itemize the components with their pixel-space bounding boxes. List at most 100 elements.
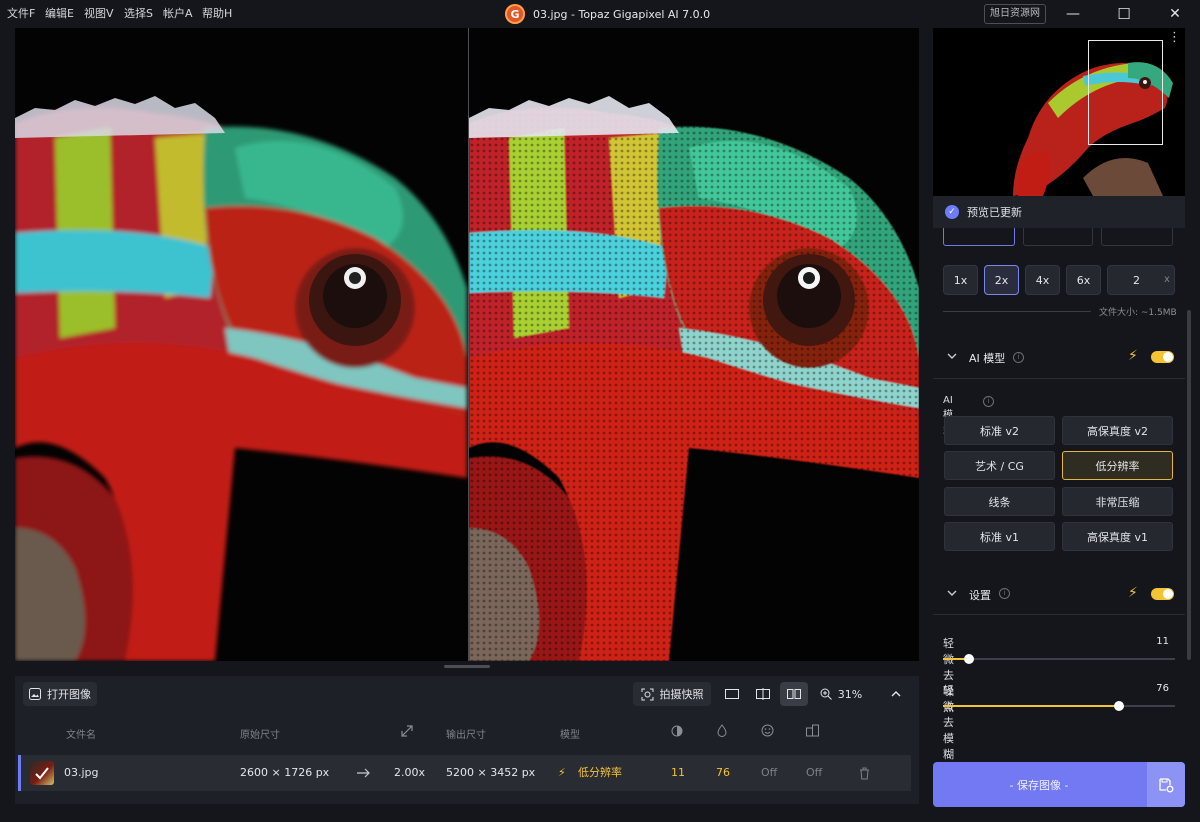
file-size-divider [943,311,1091,312]
compression-icon [806,724,819,737]
zoom-control[interactable]: 31% [815,682,867,706]
right-panel: ⋮ ✓ 预览已更新 1x 2x 4x 6x 2 x 文件大小: ~1.5MB A… [929,28,1189,822]
trash-icon[interactable] [859,767,870,780]
model-very-compressed[interactable]: 非常压缩 [1062,487,1173,516]
chevron-down-icon [947,590,957,596]
scale-6x-button[interactable]: 6x [1066,265,1101,295]
deblur-label: 轻微去模糊 [943,684,954,761]
navigator-viewport-frame[interactable] [1088,40,1163,145]
side-by-side-view-button[interactable] [780,682,808,706]
denoise-icon [671,725,683,737]
image-icon [29,688,41,700]
row-deblur: 76 [716,766,730,779]
menu-help[interactable]: 帮助H [202,0,232,28]
enhanced-image-pane[interactable] [469,28,919,661]
title-wrap: G 03.jpg - Topaz Gigapixel AI 7.0.0 [505,3,710,25]
header-filename: 文件名 [66,730,96,741]
model-high-fidelity-v2[interactable]: 高保真度 v2 [1062,416,1173,445]
split-view-button[interactable] [750,682,776,706]
single-view-icon [725,689,739,699]
deblur-slider-fill [943,705,1120,707]
sharpen-drop-icon [717,724,727,737]
save-image-button[interactable]: - 保存图像 - [933,762,1145,807]
app-logo-icon: G [505,4,525,24]
ai-model-section-title: AI 模型 [969,352,1006,365]
menu-edit[interactable]: 编辑E [45,0,74,28]
close-button[interactable]: ✕ [1153,0,1197,28]
info-icon[interactable]: i [999,588,1010,599]
denoise-value[interactable]: 11 [1139,633,1175,651]
header-model: 模型 [560,730,580,741]
minimize-button[interactable]: — [1051,0,1095,28]
settings-toggle[interactable] [1151,588,1174,600]
deblur-slider-handle[interactable] [1114,701,1125,711]
arrow-right-icon [357,768,370,778]
settings-section-header[interactable]: 设置 i ⚡ [933,572,1185,614]
header-output-size: 输出尺寸 [446,730,486,741]
scale-2x-button[interactable]: 2x [984,265,1019,295]
bolt-icon: ⚡ [1128,585,1138,601]
custom-scale-unit: x [1164,274,1170,285]
row-scale: 2.00x [394,766,426,779]
menu-file[interactable]: 文件F [7,0,35,28]
save-options-button[interactable] [1147,762,1185,807]
scale-4x-button[interactable]: 4x [1025,265,1060,295]
scale-option-partial[interactable] [943,228,1015,246]
navigator-thumbnail[interactable]: ⋮ [933,28,1185,196]
model-lines[interactable]: 线条 [944,487,1055,516]
ai-model-toggle[interactable] [1151,351,1174,363]
more-options-icon[interactable]: ⋮ [1168,31,1181,44]
denoise-slider[interactable] [943,654,1175,664]
row-model: 低分辨率 [578,766,622,779]
watermark-badge: 旭日资源网 [984,4,1046,24]
model-art-cg[interactable]: 艺术 / CG [944,451,1055,480]
denoise-slider-handle[interactable] [963,654,974,664]
row-model-bolt-icon: ⚡ [558,766,566,779]
model-standard-v2[interactable]: 标准 v2 [944,416,1055,445]
snapshot-button[interactable]: 拍摄快照 [633,682,711,706]
split-view-icon [756,688,770,700]
preview-status-bar: ✓ 预览已更新 [933,196,1185,228]
right-panel-scrollbar[interactable] [1187,310,1191,660]
model-low-resolution[interactable]: 低分辨率 [1062,451,1173,480]
scale-option-partial[interactable] [1023,228,1093,246]
title-bar: 文件F 编辑E 视图V 选择S 帐户A 帮助H G 03.jpg - Topaz… [0,0,1200,28]
check-circle-icon: ✓ [945,205,959,219]
original-image-pane[interactable] [15,28,468,661]
menu-account[interactable]: 帐户A [163,0,193,28]
info-icon[interactable]: i [1013,352,1024,363]
section-divider [933,378,1185,379]
file-thumbnail [30,761,54,785]
header-original-size: 原始尺寸 [240,730,280,741]
custom-scale-input[interactable]: 2 x [1107,265,1175,295]
file-panel: 打开图像 拍摄快照 31% 文件名 原始尺寸 输出尺寸 模型 03.jpg 26… [15,676,919,804]
table-row[interactable]: 03.jpg 2600 × 1726 px 2.00x 5200 × 3452 … [18,755,911,791]
deblur-value[interactable]: 76 [1139,680,1175,698]
menu-view[interactable]: 视图V [84,0,114,28]
model-standard-v1[interactable]: 标准 v1 [944,522,1055,551]
open-image-button[interactable]: 打开图像 [23,682,97,706]
ai-model-section-header[interactable]: AI 模型 i ⚡ [933,336,1185,378]
camera-icon [641,688,653,700]
row-denoise: 11 [671,766,685,779]
snapshot-label: 拍摄快照 [659,688,704,701]
row-face: Off [761,766,778,779]
maximize-button[interactable]: ☐ [1102,0,1146,28]
deblur-slider[interactable] [943,701,1175,711]
checkmark-icon [35,767,49,780]
save-settings-icon [1159,777,1174,792]
side-by-side-icon [787,689,801,699]
single-view-button[interactable] [719,682,745,706]
model-high-fidelity-v1[interactable]: 高保真度 v1 [1062,522,1173,551]
info-icon[interactable]: i [983,396,994,407]
collapse-panel-button[interactable] [883,682,909,706]
menu-select[interactable]: 选择S [124,0,153,28]
row-filename: 03.jpg [64,766,99,779]
settings-section-title: 设置 [969,589,991,602]
scale-option-partial[interactable] [1101,228,1173,246]
row-output-size: 5200 × 3452 px [446,766,536,779]
panel-resize-handle[interactable] [444,665,490,668]
file-size-estimate: 文件大小: ~1.5MB [1099,308,1177,318]
image-preview[interactable] [15,28,919,661]
scale-1x-button[interactable]: 1x [943,265,978,295]
